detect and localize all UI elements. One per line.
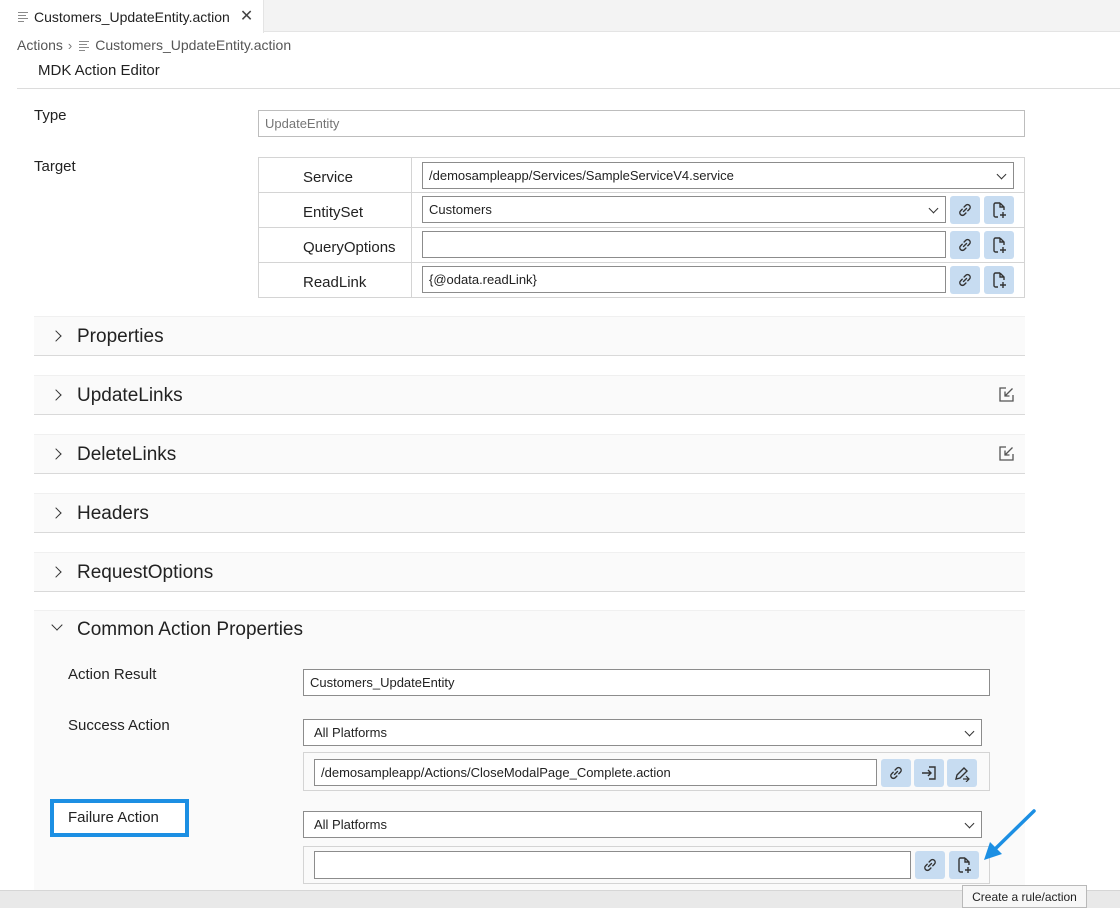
queryoptions-create-button[interactable] (984, 231, 1014, 259)
failure-action-label: Failure Action (68, 809, 159, 826)
link-icon (890, 766, 902, 780)
link-icon (959, 238, 971, 252)
chevron-down-icon[interactable] (51, 619, 63, 631)
success-action-input[interactable]: /demosampleapp/Actions/CloseModalPage_Co… (314, 759, 877, 786)
link-icon (959, 273, 971, 287)
queryoptions-input[interactable] (422, 231, 946, 258)
chevron-right-icon (50, 448, 62, 460)
success-open-button[interactable] (914, 759, 944, 787)
section-updatelinks[interactable]: UpdateLinks (34, 375, 1025, 415)
new-file-icon (993, 202, 1006, 218)
pen-icon (955, 767, 970, 782)
failure-link-button[interactable] (915, 851, 945, 879)
chevron-right-icon (50, 566, 62, 578)
readlink-link-button[interactable] (950, 266, 980, 294)
entityset-link-button[interactable] (950, 196, 980, 224)
failure-platform-value: All Platforms (314, 817, 387, 832)
new-file-icon (993, 237, 1006, 253)
editor-title: MDK Action Editor (38, 62, 160, 79)
section-title: Headers (77, 503, 149, 524)
service-label: Service (303, 169, 354, 186)
failure-platform-select[interactable]: All Platforms (303, 811, 982, 838)
chevron-down-icon (996, 169, 1007, 179)
section-deletelinks[interactable]: DeleteLinks (34, 434, 1025, 474)
success-platform-select[interactable]: All Platforms (303, 719, 982, 746)
chevron-right-icon (50, 389, 62, 401)
success-edit-button[interactable] (947, 759, 977, 787)
breadcrumb-file[interactable]: Customers_UpdateEntity.action (95, 37, 291, 53)
status-bar (0, 890, 1120, 908)
breadcrumb: Actions › Customers_UpdateEntity.action (17, 36, 291, 54)
success-platform-value: All Platforms (314, 725, 387, 740)
success-action-label: Success Action (68, 717, 170, 734)
section-requestoptions[interactable]: RequestOptions (34, 552, 1025, 592)
entityset-select[interactable]: Customers (422, 196, 946, 223)
entityset-label: EntitySet (303, 204, 364, 221)
target-row-readlink: ReadLink {@odata.readLink} (259, 263, 1024, 298)
queryoptions-label: QueryOptions (303, 239, 396, 256)
new-file-icon (958, 857, 971, 873)
pointer-arrow-icon (984, 809, 1036, 860)
section-title[interactable]: Common Action Properties (77, 619, 303, 641)
service-select[interactable]: /demosampleapp/Services/SampleServiceV4.… (422, 162, 1014, 189)
type-input (258, 110, 1025, 137)
action-result-input[interactable]: Customers_UpdateEntity (303, 669, 990, 696)
file-lines-icon (18, 12, 28, 22)
edit-box-icon[interactable] (997, 386, 1015, 404)
target-grid: Service /demosampleapp/Services/SampleSe… (258, 157, 1025, 298)
section-headers[interactable]: Headers (34, 493, 1025, 533)
section-title: RequestOptions (77, 562, 214, 583)
chevron-down-icon (964, 726, 975, 736)
entityset-create-button[interactable] (984, 196, 1014, 224)
chevron-down-icon (928, 203, 939, 213)
target-label: Target (34, 158, 76, 175)
title-divider (17, 88, 1120, 89)
failure-create-button[interactable] (949, 851, 979, 879)
chevron-down-icon (964, 818, 975, 828)
file-lines-icon (79, 40, 90, 51)
entityset-value: Customers (429, 202, 492, 217)
target-row-entityset: EntitySet Customers (259, 193, 1024, 228)
failure-action-input[interactable] (314, 851, 911, 879)
editor-tab[interactable]: Customers_UpdateEntity.action ✕ (0, 0, 264, 33)
section-title: Properties (77, 326, 164, 347)
chevron-right-icon (50, 330, 62, 342)
target-row-service: Service /demosampleapp/Services/SampleSe… (259, 158, 1024, 193)
readlink-input[interactable]: {@odata.readLink} (422, 266, 946, 293)
type-label: Type (34, 107, 67, 124)
close-icon[interactable]: ✕ (240, 8, 253, 25)
readlink-label: ReadLink (303, 274, 367, 291)
open-file-icon (922, 766, 936, 780)
service-value: /demosampleapp/Services/SampleServiceV4.… (429, 168, 734, 183)
link-icon (959, 203, 971, 217)
tab-label: Customers_UpdateEntity.action (34, 8, 230, 25)
breadcrumb-root[interactable]: Actions (17, 37, 63, 53)
failure-action-row (303, 846, 990, 884)
chevron-right-icon (50, 507, 62, 519)
action-result-label: Action Result (68, 666, 157, 683)
section-properties[interactable]: Properties (34, 316, 1025, 356)
queryoptions-link-button[interactable] (950, 231, 980, 259)
breadcrumb-separator-icon: › (67, 37, 73, 53)
new-file-icon (993, 272, 1006, 288)
success-action-row: /demosampleapp/Actions/CloseModalPage_Co… (303, 752, 990, 791)
link-icon (924, 858, 936, 872)
readlink-create-button[interactable] (984, 266, 1014, 294)
tooltip: Create a rule/action (962, 885, 1087, 908)
section-title: DeleteLinks (77, 444, 177, 465)
target-row-queryoptions: QueryOptions (259, 228, 1024, 263)
editor-tab-bar: Customers_UpdateEntity.action ✕ (0, 0, 1120, 33)
section-title: UpdateLinks (77, 385, 183, 406)
success-link-button[interactable] (881, 759, 911, 787)
edit-box-icon[interactable] (997, 445, 1015, 463)
